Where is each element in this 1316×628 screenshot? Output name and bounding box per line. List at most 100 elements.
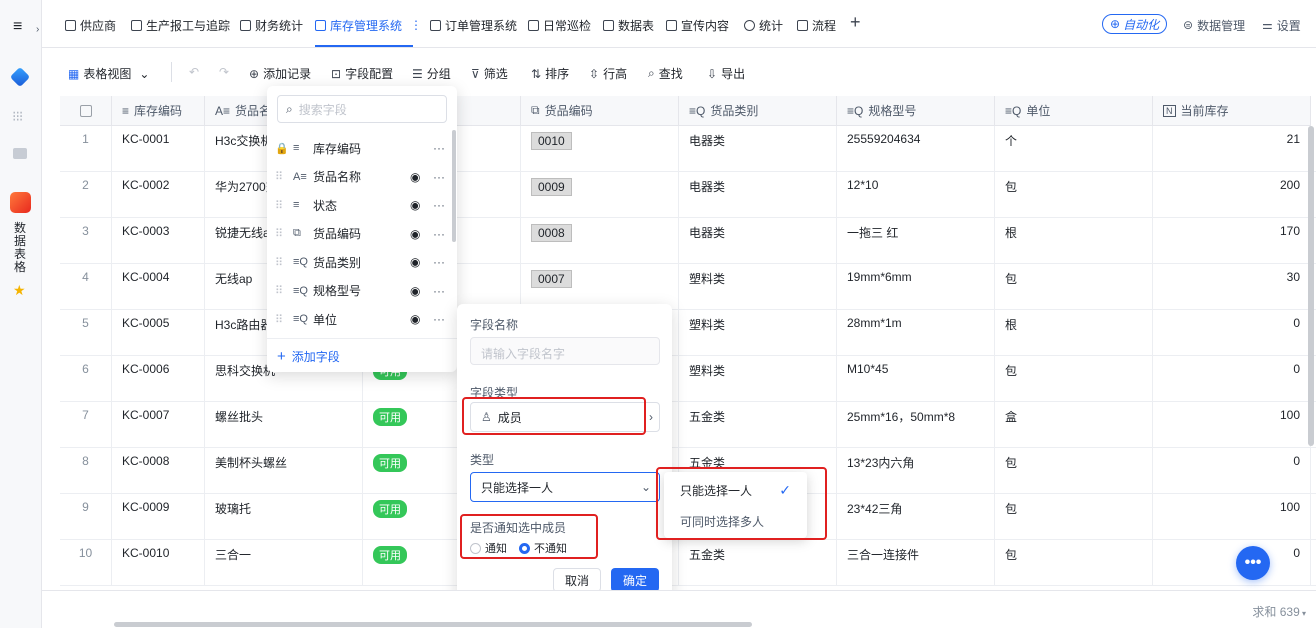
view-switcher[interactable]: ▦ 表格视图 ⌄ [68,65,149,82]
more-horizontal-icon[interactable]: ··· [433,284,445,298]
tab-more-icon[interactable]: ⋮ [410,18,422,32]
field-list-item[interactable]: ⠿ ≡Q 货品类别 ◉ ··· [267,248,457,276]
table-row[interactable]: 6 KC-0006 思科交换机 可用 塑料类 M10*45 包 0 [60,356,1316,402]
cell-category[interactable]: 电器类 [679,218,837,264]
data-manage-button[interactable]: ⊜ 数据管理 [1183,16,1245,34]
visibility-eye-icon[interactable]: ◉ [410,227,420,241]
cell-item-code[interactable]: 0008 [521,218,679,264]
table-row[interactable]: 1KC-0001H3c交换机可用0010电器类25559204634个21 [60,126,1316,172]
sum-display[interactable]: 求和 639 ▾ [1252,603,1306,620]
add-record-button[interactable]: ⊕ 添加记录 [249,65,311,82]
cell-stock[interactable]: 200 [1153,172,1311,218]
table-row[interactable]: 2KC-0002华为2700交换机可用0009电器类12*10包200 [60,172,1316,218]
table-row[interactable]: 7 KC-0007 螺丝批头 可用 五金类 25mm*16，50mm*8 盒 100 [60,402,1316,448]
cell-spec[interactable]: 12*10 [837,172,995,218]
cell-spec[interactable]: M10*45 [837,356,995,402]
export-button[interactable]: ⇩ 导出 [707,65,745,82]
cell-item-code[interactable]: 0009 [521,172,679,218]
drag-handle-icon[interactable]: ⠿ [275,284,289,297]
confirm-button[interactable]: 确定 [611,568,659,592]
visibility-eye-icon[interactable]: ◉ [410,198,420,212]
cell-category[interactable]: 五金类 [679,402,837,448]
cell-stock[interactable]: 0 [1153,448,1311,494]
cell-category[interactable]: 电器类 [679,126,837,172]
cell-unit[interactable]: 包 [995,172,1153,218]
cell-name[interactable]: 美制杯头螺丝 [205,448,363,494]
header-unit[interactable]: ≡Q 单位 [995,96,1153,126]
more-horizontal-icon[interactable]: ··· [433,141,445,155]
folder-icon[interactable] [13,148,27,159]
cancel-button[interactable]: 取消 [553,568,601,592]
cell-num[interactable]: 4 [60,264,112,310]
notify-no-radio[interactable]: 不通知 [519,540,567,556]
more-horizontal-icon[interactable]: ··· [433,198,445,212]
cell-category[interactable]: 电器类 [679,172,837,218]
type-select[interactable]: 只能选择一人 ⌄ [470,472,660,502]
field-list-item[interactable]: ⠿ A≡ 货品名称 ◉ ··· [267,163,457,191]
cell-unit[interactable]: 包 [995,356,1153,402]
panel-scrollbar[interactable] [452,130,456,242]
field-list-item[interactable]: ⠿ ≡Q 单位 ◉ ··· [267,305,457,333]
cell-code[interactable]: KC-0010 [112,540,205,586]
cell-unit[interactable]: 包 [995,540,1153,586]
field-search-input[interactable]: ⌕ 搜索字段 [277,95,447,123]
drag-handle-icon[interactable]: ⠿ [275,170,289,183]
select-all-checkbox[interactable] [79,104,92,117]
cell-num[interactable]: 1 [60,126,112,172]
data-table-app-icon[interactable] [10,192,31,213]
cell-name[interactable]: 三合一 [205,540,363,586]
cell-spec[interactable]: 25mm*16，50mm*8 [837,402,995,448]
drag-handle-icon[interactable]: ⠿ [275,227,289,240]
cell-code[interactable]: KC-0007 [112,402,205,448]
more-horizontal-icon[interactable]: ··· [433,312,445,326]
cell-stock[interactable]: 100 [1153,402,1311,448]
cell-stock[interactable]: 21 [1153,126,1311,172]
tab-finance[interactable]: 财务统计 [240,16,303,34]
cell-unit[interactable]: 包 [995,494,1153,540]
header-current-stock[interactable]: N 当前库存 [1153,96,1311,126]
visibility-eye-icon[interactable]: ◉ [410,312,420,326]
cell-unit[interactable]: 根 [995,218,1153,264]
find-button[interactable]: ⌕ 查找 [648,65,683,82]
horizontal-scrollbar[interactable] [114,622,752,627]
cell-stock[interactable]: 0 [1153,540,1311,586]
field-type-select[interactable]: ♙ 成员 › [470,402,660,432]
table-row[interactable]: 5KC-0005H3c路由器可用塑料类28mm*1m根0 [60,310,1316,356]
cell-code[interactable]: KC-0008 [112,448,205,494]
cell-spec[interactable]: 19mm*6mm [837,264,995,310]
cell-unit[interactable]: 个 [995,126,1153,172]
settings-button[interactable]: ⚌ 设置 [1262,16,1301,34]
tab-production[interactable]: 生产报工与追踪 [131,16,230,34]
add-tab-button[interactable]: + [850,12,861,32]
table-row[interactable]: 4KC-0004无线ap可用0007塑料类19mm*6mm包30 [60,264,1316,310]
cell-code[interactable]: KC-0001 [112,126,205,172]
option-single[interactable]: 只能选择一人 ✓ [664,476,807,504]
cell-spec[interactable]: 一拖三 红 [837,218,995,264]
redo-button[interactable]: ↷ [219,65,229,79]
option-multiple[interactable]: 可同时选择多人 [664,506,807,534]
row-height-button[interactable]: ⇳ 行高 [589,65,627,82]
cell-num[interactable]: 6 [60,356,112,402]
cell-stock[interactable]: 170 [1153,218,1311,264]
tab-stats[interactable]: 统计 [744,16,783,34]
cell-item-code[interactable]: 0010 [521,126,679,172]
sort-button[interactable]: ⇅ 排序 [531,65,569,82]
more-horizontal-icon[interactable]: ··· [433,227,445,241]
cell-category[interactable]: 塑料类 [679,264,837,310]
tab-suppliers[interactable]: 供应商 [65,16,116,34]
field-list-item[interactable]: ⠿ ≡Q 规格型号 ◉ ··· [267,277,457,305]
cell-num[interactable]: 9 [60,494,112,540]
header-category[interactable]: ≡Q 货品类别 [679,96,837,126]
filter-button[interactable]: ⊽ 筛选 [471,65,508,82]
header-inventory-code[interactable]: ≡ 库存编码 [112,96,205,126]
cell-num[interactable]: 3 [60,218,112,264]
tab-datatable[interactable]: 数据表 [603,16,654,34]
cell-code[interactable]: KC-0009 [112,494,205,540]
field-list-item[interactable]: 🔒 ≡ 库存编码 ··· [267,134,457,162]
tab-inspection[interactable]: 日常巡检 [528,16,591,34]
cell-code[interactable]: KC-0003 [112,218,205,264]
add-field-button[interactable]: + 添加字段 [277,348,340,365]
star-icon[interactable]: ★ [13,282,26,299]
drag-handle-icon[interactable]: ⠿ [275,256,289,269]
cell-num[interactable]: 8 [60,448,112,494]
